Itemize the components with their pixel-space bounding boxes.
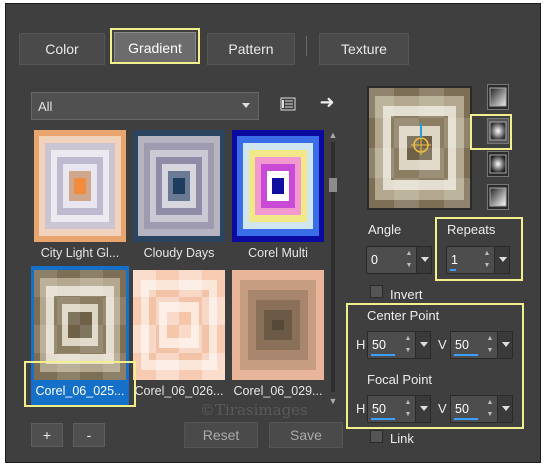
repeats-level-bar xyxy=(450,269,456,271)
gradient-swatch xyxy=(232,270,324,380)
scroll-down-icon[interactable]: ▼ xyxy=(328,396,338,406)
gradient-swatch xyxy=(133,130,225,242)
gallery-scrollbar[interactable]: ▲ ▼ xyxy=(327,128,339,408)
save-button[interactable]: Save xyxy=(269,422,343,448)
gallery-item-corel-06-026[interactable]: Corel_06_026... xyxy=(130,266,228,406)
category-value: All xyxy=(38,98,53,114)
gallery-item-label: City Light Gl... xyxy=(40,246,120,260)
tab-color-label: Color xyxy=(45,41,79,57)
tab-pattern[interactable]: Pattern xyxy=(207,33,295,65)
center-point-label: Center Point xyxy=(367,308,440,323)
invert-checkbox[interactable] xyxy=(370,285,383,298)
center-v-dropdown-button[interactable] xyxy=(497,332,512,358)
gallery-item-label: Corel_06_025... xyxy=(35,384,125,398)
tab-divider xyxy=(306,36,307,56)
repeats-value: 1 xyxy=(451,253,458,267)
focal-v-field[interactable]: 50 ▲ ▼ xyxy=(450,395,513,423)
save-button-label: Save xyxy=(290,427,322,443)
gallery-item-corel-06-029[interactable]: Corel_06_029... xyxy=(229,266,327,406)
add-button-label: + xyxy=(42,427,52,443)
gradient-gallery: City Light Gl... Cloudy Days Corel Multi… xyxy=(31,128,327,408)
angle-field[interactable]: 0 ▲ ▼ xyxy=(366,246,432,274)
reset-button-label: Reset xyxy=(202,427,240,443)
focal-v-label: V xyxy=(438,401,447,416)
tab-texture[interactable]: Texture xyxy=(319,33,409,65)
focal-v-value: 50 xyxy=(455,402,469,416)
focal-v-dropdown-button[interactable] xyxy=(497,396,512,422)
gallery-item-city-light-glow[interactable]: City Light Gl... xyxy=(31,128,129,268)
scroll-up-icon[interactable]: ▲ xyxy=(328,130,338,140)
center-h-label: H xyxy=(356,337,366,352)
angle-stepper[interactable]: ▲ ▼ xyxy=(403,248,415,272)
center-h-level-bar xyxy=(371,354,395,356)
focal-h-stepper[interactable]: ▲ ▼ xyxy=(402,397,414,421)
gallery-item-corel-06-025[interactable]: Corel_06_025... xyxy=(31,266,129,406)
list-view-icon[interactable] xyxy=(279,95,297,113)
repeats-label: Repeats xyxy=(447,222,496,237)
tab-color[interactable]: Color xyxy=(19,33,105,65)
center-h-stepper[interactable]: ▲ ▼ xyxy=(402,333,414,357)
gradient-swatch xyxy=(133,270,225,380)
reset-button[interactable]: Reset xyxy=(184,422,258,448)
remove-gradient-button[interactable]: - xyxy=(73,423,105,447)
focal-h-label: H xyxy=(356,401,366,416)
linear-gradient-style-button[interactable] xyxy=(487,84,509,110)
center-v-stepper[interactable]: ▲ ▼ xyxy=(484,333,496,357)
scrollbar-thumb[interactable] xyxy=(329,178,337,192)
focal-h-level-bar xyxy=(371,418,395,420)
angle-dropdown-button[interactable] xyxy=(416,247,431,273)
link-label: Link xyxy=(390,431,414,446)
tab-gradient[interactable]: Gradient xyxy=(114,32,196,64)
focal-h-dropdown-button[interactable] xyxy=(415,396,430,422)
angle-value: 0 xyxy=(371,253,378,267)
arrow-right-icon[interactable]: ➜ xyxy=(318,92,336,112)
radial-gradient-style-button[interactable] xyxy=(487,184,509,210)
tab-pattern-label: Pattern xyxy=(228,41,274,57)
tab-texture-label: Texture xyxy=(341,41,387,57)
rectangular-gradient-style-button[interactable] xyxy=(487,118,509,144)
gallery-item-label: Cloudy Days xyxy=(143,246,215,260)
category-dropdown[interactable]: All xyxy=(31,92,259,120)
link-checkbox[interactable] xyxy=(370,430,383,443)
angle-label: Angle xyxy=(368,222,402,237)
center-v-label: V xyxy=(438,337,447,352)
repeats-dropdown-button[interactable] xyxy=(494,247,509,273)
watermark: ©Tirasimages xyxy=(200,401,308,419)
center-v-field[interactable]: 50 ▲ ▼ xyxy=(450,331,513,359)
gradient-swatch xyxy=(34,270,126,380)
add-gradient-button[interactable]: + xyxy=(31,423,63,447)
gallery-item-corel-multi[interactable]: Corel Multi xyxy=(229,128,327,268)
gallery-item-label: Corel Multi xyxy=(248,246,308,260)
center-h-dropdown-button[interactable] xyxy=(415,332,430,358)
focal-h-value: 50 xyxy=(372,402,386,416)
invert-label: Invert xyxy=(390,287,423,302)
gallery-item-cloudy-days[interactable]: Cloudy Days xyxy=(130,128,228,268)
focal-v-level-bar xyxy=(454,418,478,420)
repeats-field[interactable]: 1 ▲ ▼ xyxy=(446,246,510,274)
focal-point-label: Focal Point xyxy=(367,372,433,387)
gallery-item-label: Corel_06_026... xyxy=(134,384,224,398)
gradient-swatch xyxy=(232,130,324,242)
remove-button-label: - xyxy=(86,427,92,443)
gradient-preview[interactable] xyxy=(367,86,472,210)
tab-gradient-label: Gradient xyxy=(128,40,182,56)
gallery-item-label: Corel_06_029... xyxy=(233,384,323,398)
focal-v-stepper[interactable]: ▲ ▼ xyxy=(484,397,496,421)
center-v-value: 50 xyxy=(455,338,469,352)
focal-h-field[interactable]: 50 ▲ ▼ xyxy=(367,395,431,423)
sunburst-gradient-style-button[interactable] xyxy=(487,151,509,177)
center-v-level-bar xyxy=(454,354,478,356)
center-h-value: 50 xyxy=(372,338,386,352)
repeats-stepper[interactable]: ▲ ▼ xyxy=(481,248,493,272)
gradient-swatch xyxy=(34,130,126,242)
center-h-field[interactable]: 50 ▲ ▼ xyxy=(367,331,431,359)
chevron-down-icon xyxy=(242,103,250,108)
